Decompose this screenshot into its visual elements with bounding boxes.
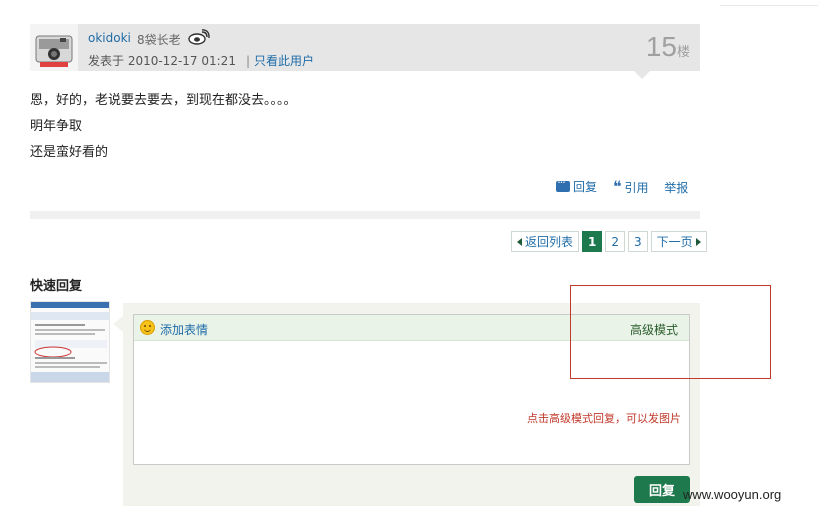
page-1-button[interactable]: 1 bbox=[582, 231, 603, 252]
post-date: 发表于 2010-12-17 01:21 bbox=[88, 54, 236, 68]
reply-label: 回复 bbox=[573, 180, 598, 194]
only-author-link[interactable]: 只看此用户 bbox=[254, 54, 314, 68]
smiley-icon[interactable] bbox=[140, 320, 155, 335]
quick-reply-title: 快速回复 bbox=[30, 279, 83, 294]
back-to-list-label: 返回列表 bbox=[525, 235, 574, 249]
quote-icon: ❝ bbox=[612, 177, 622, 196]
floor-unit: 楼 bbox=[676, 45, 690, 60]
user-thumbnail bbox=[30, 301, 110, 383]
arrow-left-icon bbox=[517, 237, 522, 246]
post-meta: 发表于 2010-12-17 01:21 | 只看此用户 bbox=[88, 52, 314, 69]
post-line: 明年争取 bbox=[30, 119, 83, 134]
post-line: 恩，好的，老说要去要去，到现在都没去。。。。 bbox=[30, 93, 297, 108]
pagination: 返回列表 1 2 3 下一页 bbox=[511, 231, 707, 252]
user-avatar[interactable] bbox=[30, 24, 78, 71]
next-page-button[interactable]: 下一页 bbox=[650, 231, 707, 252]
watermark: www.wooyun.org bbox=[683, 487, 782, 502]
floor-number: 15楼 bbox=[646, 31, 690, 63]
page-2-button[interactable]: 2 bbox=[605, 231, 626, 252]
submit-reply-button[interactable]: 回复 bbox=[634, 476, 690, 503]
post-line: 还是蛮好看的 bbox=[30, 145, 109, 160]
header-pointer bbox=[634, 71, 650, 79]
weibo-icon[interactable] bbox=[188, 29, 210, 45]
arrow-right-icon bbox=[695, 237, 701, 246]
annotation-highlight-box bbox=[570, 285, 771, 379]
user-rank: 8袋长老 bbox=[137, 33, 181, 47]
floor-value: 15 bbox=[645, 31, 677, 62]
reply-icon bbox=[556, 176, 570, 192]
report-action[interactable]: 举报 bbox=[664, 179, 688, 196]
post-actions: 回复 ❝引用 举报 bbox=[556, 176, 700, 196]
post-header: okidoki 8袋长老 发表于 2010-12-17 01:21 | 只看此用户 … bbox=[30, 24, 700, 71]
quick-reply-pointer bbox=[113, 316, 123, 332]
username-link[interactable]: okidoki bbox=[88, 31, 131, 45]
annotation-hint: 点击高级模式回复，可以发图片 bbox=[527, 412, 681, 425]
quote-action[interactable]: ❝ 引用 bbox=[613, 179, 649, 196]
meta-separator: | bbox=[245, 54, 250, 68]
quote-label: 引用 bbox=[624, 180, 649, 195]
post-divider bbox=[30, 211, 700, 219]
next-page-label: 下一页 bbox=[656, 235, 693, 249]
page-3-button[interactable]: 3 bbox=[628, 231, 648, 252]
post-content: 恩，好的，老说要去要去，到现在都没去。。。。 明年争取 还是蛮好看的 bbox=[30, 88, 297, 166]
top-divider bbox=[720, 5, 818, 6]
reply-action[interactable]: 回复 bbox=[556, 176, 598, 195]
add-emoji-link[interactable]: 添加表情 bbox=[160, 321, 208, 338]
back-to-list-button[interactable]: 返回列表 bbox=[511, 231, 580, 252]
